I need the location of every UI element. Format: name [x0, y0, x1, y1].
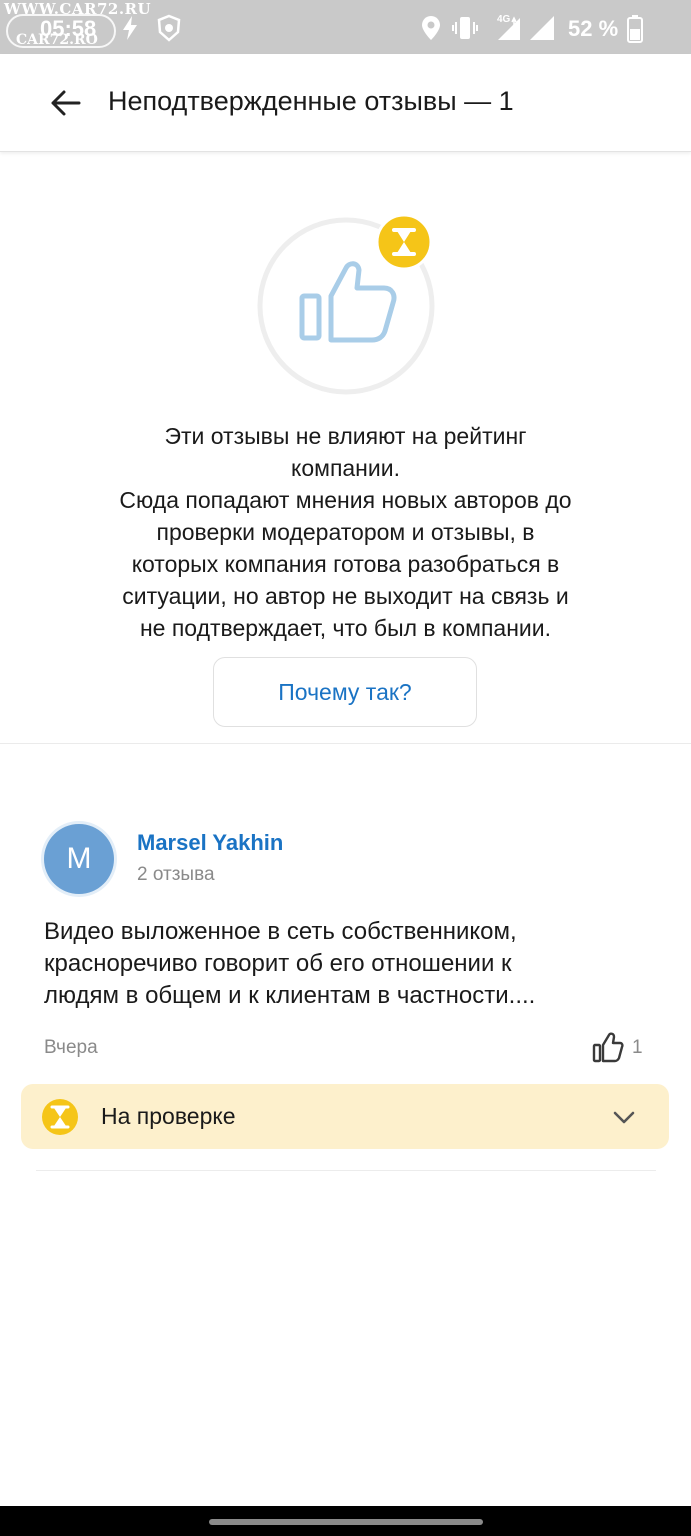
- info-line: компании.: [291, 455, 400, 481]
- wifi-signal-icon: [530, 16, 554, 40]
- review-divider: [36, 1170, 656, 1171]
- review-text[interactable]: Видео выложенное в сеть собственником, к…: [44, 916, 654, 1012]
- review-text-line: красноречиво говорит об его отношении к: [44, 950, 512, 977]
- hourglass-badge: [375, 214, 433, 271]
- author-review-count: 2 отзыва: [137, 864, 215, 885]
- app-header: Неподтвержденные отзывы — 1: [0, 54, 691, 152]
- watermark-logo-bottom: CAR72.RO: [16, 32, 98, 48]
- review-text-line: Видео выложенное в сеть собственником,: [44, 918, 517, 945]
- thumbs-up-icon: [299, 261, 397, 343]
- moderation-status-panel[interactable]: На проверке: [21, 1084, 669, 1149]
- hourglass-icon: [42, 1099, 78, 1135]
- pending-reviews-illustration: [257, 214, 435, 395]
- like-button[interactable]: [592, 1032, 624, 1064]
- screen: WWW.CAR72.RU 05:58 CAR72.RO 4G 52 % Непо…: [0, 0, 691, 1536]
- location-icon: [422, 16, 440, 40]
- avatar[interactable]: M: [44, 824, 114, 894]
- info-description: Эти отзывы не влияют на рейтинг компании…: [60, 420, 631, 644]
- battery-icon: [627, 15, 643, 43]
- info-line: Сюда попадают мнения новых авторов до: [119, 487, 572, 513]
- home-indicator[interactable]: [209, 1519, 483, 1525]
- review-text-line: людям в общем и к клиентам в частности..…: [44, 982, 536, 1009]
- info-line: не подтверждает, что был в компании.: [139, 615, 552, 641]
- chevron-down-icon[interactable]: [611, 1104, 637, 1130]
- system-navigation-bar: [0, 1506, 691, 1536]
- lion-logo-icon: [157, 14, 181, 42]
- mobile-signal-icon: [498, 16, 520, 40]
- lightning-icon: [123, 16, 137, 40]
- info-line: которых компания готова разобраться в: [131, 551, 560, 577]
- info-line: ситуации, но автор не выходит на связь и: [122, 583, 569, 609]
- back-button[interactable]: [40, 78, 90, 128]
- moderation-status-label: На проверке: [101, 1103, 236, 1129]
- section-divider: [0, 743, 691, 744]
- page-title: Неподтвержденные отзывы — 1: [108, 86, 514, 116]
- info-line: проверки модератором и отзывы, в: [156, 519, 535, 545]
- review-date: Вчера: [44, 1037, 98, 1058]
- battery-percent: 52 %: [568, 16, 619, 41]
- status-bar: WWW.CAR72.RU 05:58 CAR72.RO 4G 52 %: [0, 0, 691, 54]
- info-line: Эти отзывы не влияют на рейтинг: [164, 423, 527, 449]
- author-name-link[interactable]: Marsel Yakhin: [137, 830, 283, 856]
- vibrate-icon: [452, 17, 478, 39]
- thumbs-up-icon: [592, 1032, 624, 1063]
- why-button[interactable]: Почему так?: [213, 657, 477, 727]
- arrow-left-icon: [51, 90, 81, 116]
- like-count: 1: [632, 1037, 643, 1058]
